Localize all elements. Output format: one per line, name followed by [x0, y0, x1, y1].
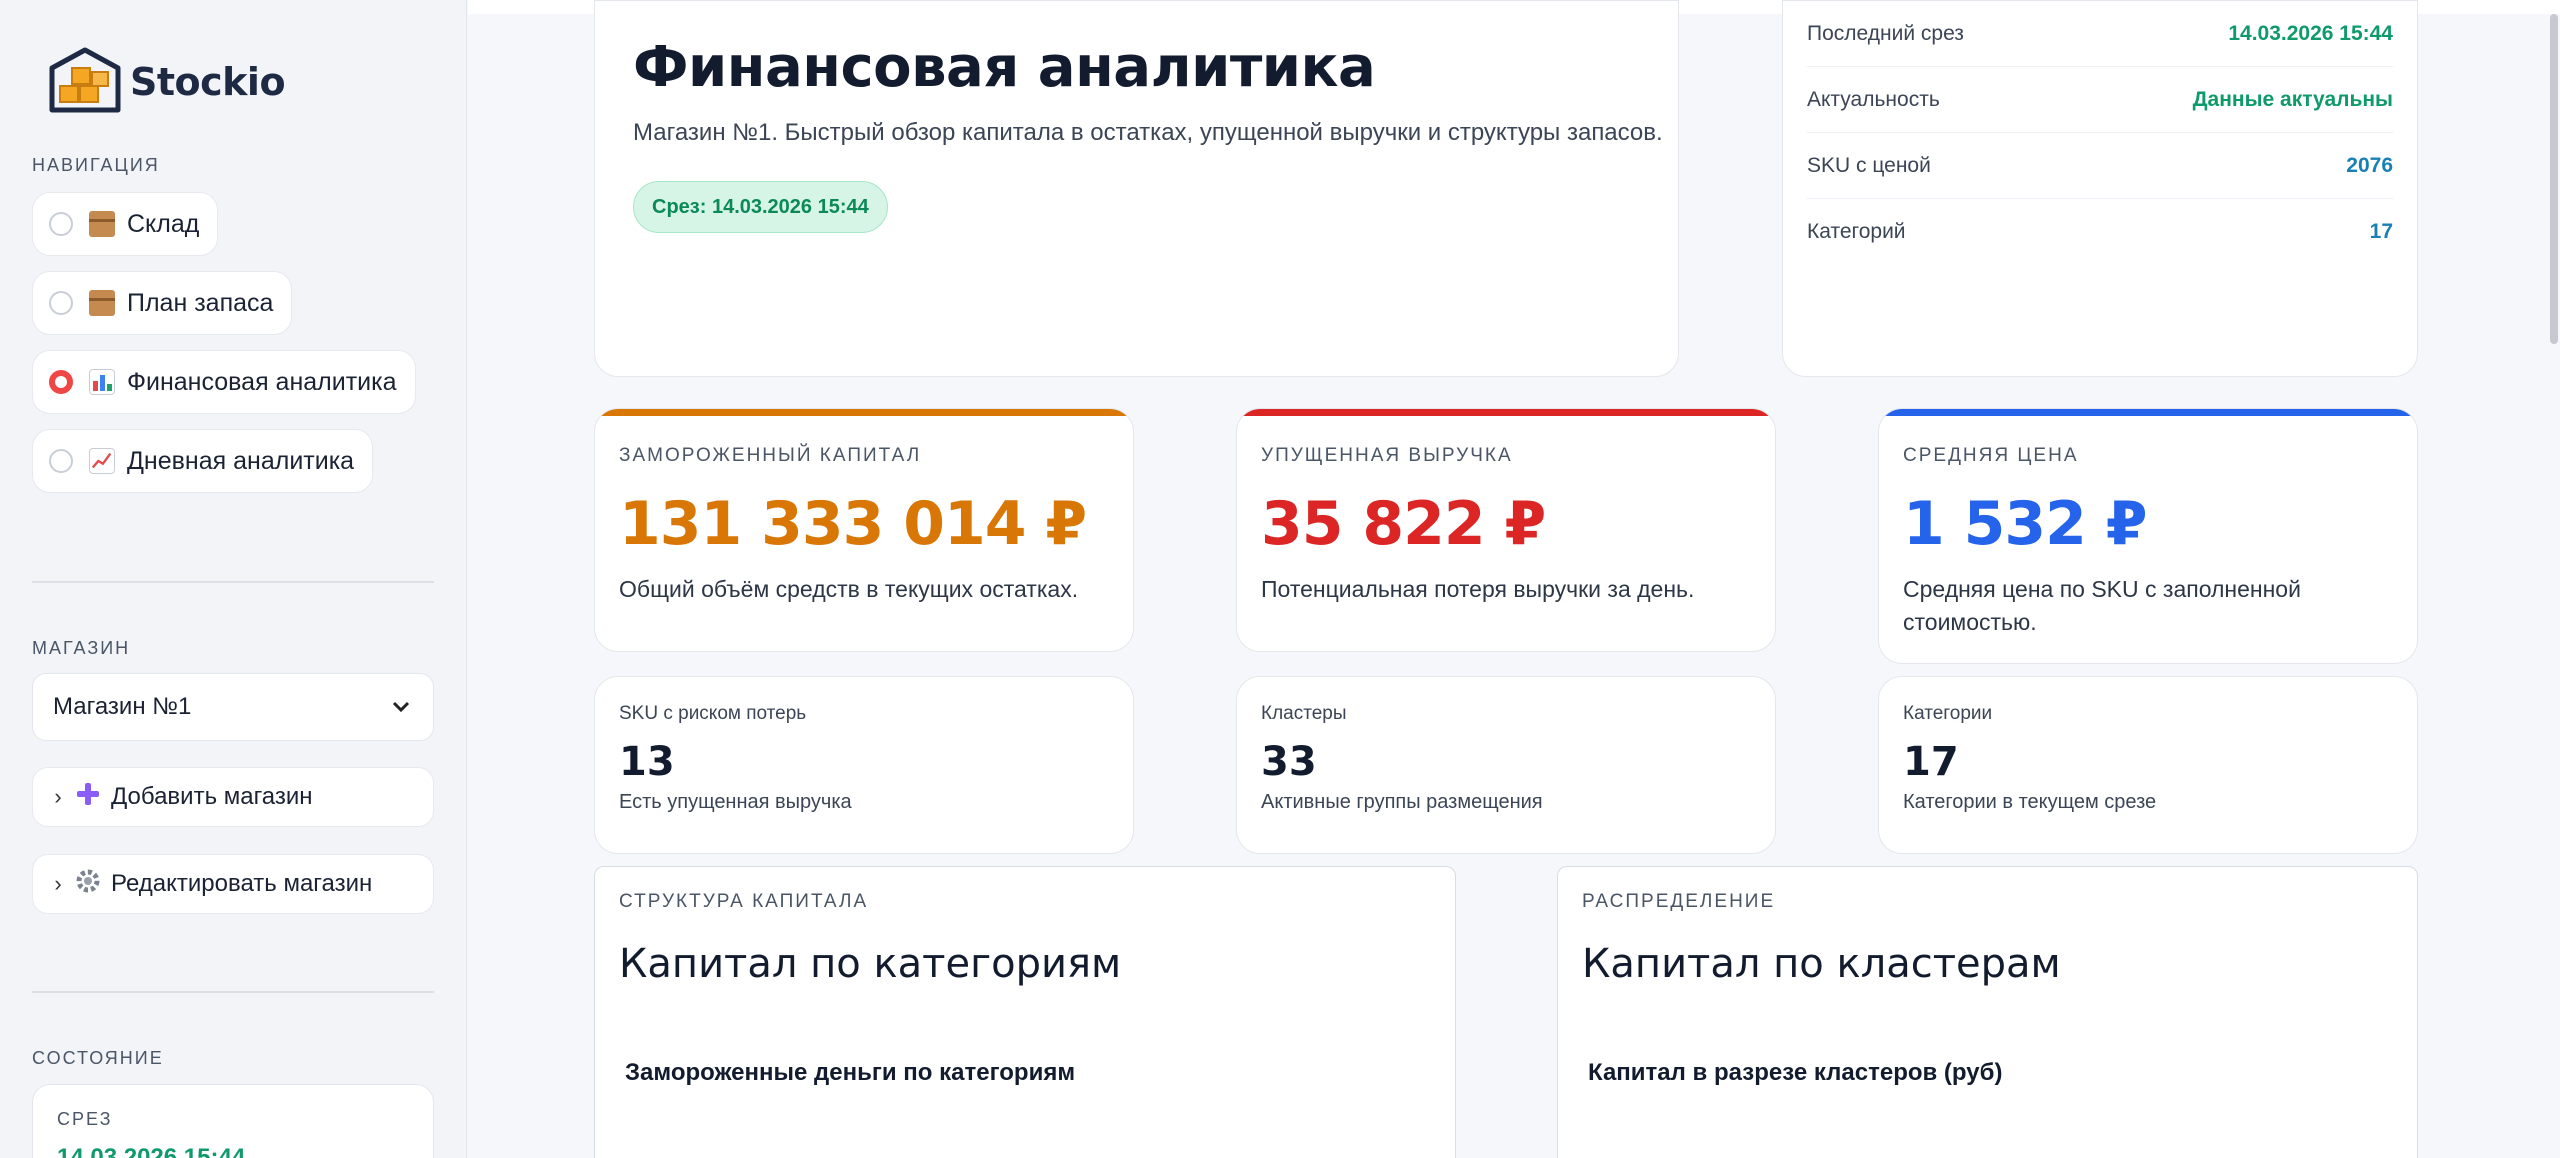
snapshot-badge: Срез: 14.03.2026 15:44 — [633, 181, 888, 233]
trend-up-icon — [89, 448, 115, 474]
add-store-label: Добавить магазин — [111, 783, 313, 810]
app-logo[interactable]: Stockio — [46, 46, 286, 118]
status-row: Актуальность Данные актуальны — [1807, 67, 2393, 133]
package-icon — [89, 290, 115, 316]
chevron-down-icon — [392, 701, 410, 713]
page-scrollbar[interactable] — [2550, 14, 2558, 344]
status-row-value: 14.03.2026 15:44 — [2228, 21, 2393, 45]
nav-item-warehouse[interactable]: Склад — [32, 192, 219, 256]
metric-label: SKU с риском потерь — [619, 703, 807, 724]
status-row-label: SKU с ценой — [1807, 153, 1931, 177]
metric-description: Категории в текущем срезе — [1903, 791, 2157, 813]
kpi-accent-bar — [1879, 409, 2417, 416]
status-row: Категорий 17 — [1807, 199, 2393, 265]
hero-card: Финансовая аналитика Магазин №1. Быстрый… — [594, 0, 1679, 377]
metric-value: 13 — [619, 739, 675, 785]
state-card: СРЕЗ 14.03.2026 15:44 — [32, 1084, 434, 1158]
metric-value: 17 — [1903, 739, 1959, 785]
status-row-value: 17 — [2369, 220, 2393, 243]
kpi-description: Потенциальная потеря выручки за день. — [1261, 576, 1695, 602]
chevron-right-icon: › — [54, 871, 62, 896]
state-section-label: СОСТОЯНИЕ — [32, 1048, 164, 1068]
kpi-card-average-price: СРЕДНЯЯ ЦЕНА 1 532 ₽ Средняя цена по SKU… — [1878, 408, 2418, 664]
nav-item-daily-analytics[interactable]: Дневная аналитика — [32, 429, 374, 493]
kpi-card-frozen-capital: ЗАМОРОЖЕННЫЙ КАПИТАЛ 131 333 014 ₽ Общий… — [594, 408, 1134, 652]
chart-title: Замороженные деньги по категориям — [625, 1059, 1076, 1086]
panel-capital-by-cluster: РАСПРЕДЕЛЕНИЕ Капитал по кластерам Капит… — [1557, 866, 2418, 1158]
status-row-value: 2076 — [2346, 153, 2393, 177]
chart-title: Капитал в разрезе кластеров (руб) — [1588, 1059, 2003, 1086]
status-row-label: Последний срез — [1807, 21, 1964, 45]
package-icon — [89, 211, 115, 237]
kpi-description: Общий объём средств в текущих остатках. — [619, 576, 1079, 602]
metric-value: 33 — [1261, 739, 1317, 785]
status-row-label: Актуальность — [1807, 87, 1940, 111]
status-row: Последний срез 14.03.2026 15:44 — [1807, 1, 2393, 67]
kpi-accent-bar — [1237, 409, 1775, 416]
nav-item-label: План запаса — [127, 288, 274, 317]
bar-chart-icon — [89, 369, 115, 395]
edit-store-label: Редактировать магазин — [111, 870, 373, 897]
metric-card-risk-sku: SKU с риском потерь 13 Есть упущенная вы… — [594, 676, 1134, 854]
kpi-label: УПУЩЕННАЯ ВЫРУЧКА — [1261, 445, 1513, 466]
nav-item-label: Склад — [127, 209, 200, 238]
stockio-logo-icon — [49, 47, 121, 113]
state-card-label: СРЕЗ — [57, 1109, 113, 1129]
edit-store-expander[interactable]: › Редактировать магазин — [32, 854, 434, 914]
status-row: SKU с ценой 2076 — [1807, 133, 2393, 199]
app-name: Stockio — [130, 60, 286, 104]
plus-icon — [73, 781, 103, 814]
radio-icon[interactable] — [49, 291, 73, 315]
page-subtitle: Магазин №1. Быстрый обзор капитала в ост… — [633, 119, 1663, 146]
kpi-label: СРЕДНЯЯ ЦЕНА — [1903, 445, 2079, 466]
metric-description: Есть упущенная выручка — [619, 791, 852, 813]
store-section-label: МАГАЗИН — [32, 638, 131, 658]
metric-card-clusters: Кластеры 33 Активные группы размещения — [1236, 676, 1776, 854]
panel-label: РАСПРЕДЕЛЕНИЕ — [1582, 891, 1776, 912]
kpi-accent-bar — [595, 409, 1133, 416]
add-store-expander[interactable]: › Добавить магазин — [32, 767, 434, 827]
status-card: Последний срез 14.03.2026 15:44 Актуальн… — [1782, 0, 2418, 377]
panel-title: Капитал по категориям — [619, 941, 1122, 987]
kpi-description: Средняя цена по SKU с заполненной стоимо… — [1903, 576, 2301, 635]
nav-item-label: Дневная аналитика — [127, 446, 355, 475]
store-select-value: Магазин №1 — [53, 693, 192, 720]
radio-icon[interactable] — [49, 212, 73, 236]
store-select[interactable]: Магазин №1 — [32, 673, 434, 741]
kpi-card-lost-revenue: УПУЩЕННАЯ ВЫРУЧКА 35 822 ₽ Потенциальная… — [1236, 408, 1776, 652]
status-row-label: Категорий — [1807, 220, 1906, 243]
metric-card-categories: Категории 17 Категории в текущем срезе — [1878, 676, 2418, 854]
status-row-value: Данные актуальны — [2192, 87, 2393, 111]
kpi-value: 131 333 014 ₽ — [619, 489, 1087, 559]
chevron-right-icon: › — [54, 784, 62, 809]
gear-icon — [73, 868, 103, 901]
metric-label: Кластеры — [1261, 703, 1347, 724]
nav-item-stock-plan[interactable]: План запаса — [32, 271, 293, 335]
radio-selected-icon[interactable] — [49, 370, 73, 394]
radio-icon[interactable] — [49, 449, 73, 473]
kpi-label: ЗАМОРОЖЕННЫЙ КАПИТАЛ — [619, 445, 922, 466]
sidebar-divider — [32, 991, 434, 993]
sidebar: Stockio НАВИГАЦИЯ Склад План запаса Фина… — [0, 0, 467, 1158]
kpi-value: 1 532 ₽ — [1903, 489, 2148, 559]
panel-capital-by-category: СТРУКТУРА КАПИТАЛА Капитал по категориям… — [594, 866, 1456, 1158]
metric-description: Активные группы размещения — [1261, 791, 1543, 813]
panel-title: Капитал по кластерам — [1582, 941, 2061, 987]
nav-item-label: Финансовая аналитика — [127, 367, 397, 396]
nav-item-financial-analytics[interactable]: Финансовая аналитика — [32, 350, 416, 414]
nav-section-label: НАВИГАЦИЯ — [32, 155, 160, 175]
page-title: Финансовая аналитика — [633, 35, 1376, 100]
metric-label: Категории — [1903, 703, 1993, 724]
panel-label: СТРУКТУРА КАПИТАЛА — [619, 891, 869, 912]
state-card-value: 14.03.2026 15:44 — [57, 1144, 246, 1158]
sidebar-divider — [32, 581, 434, 583]
kpi-value: 35 822 ₽ — [1261, 489, 1546, 559]
